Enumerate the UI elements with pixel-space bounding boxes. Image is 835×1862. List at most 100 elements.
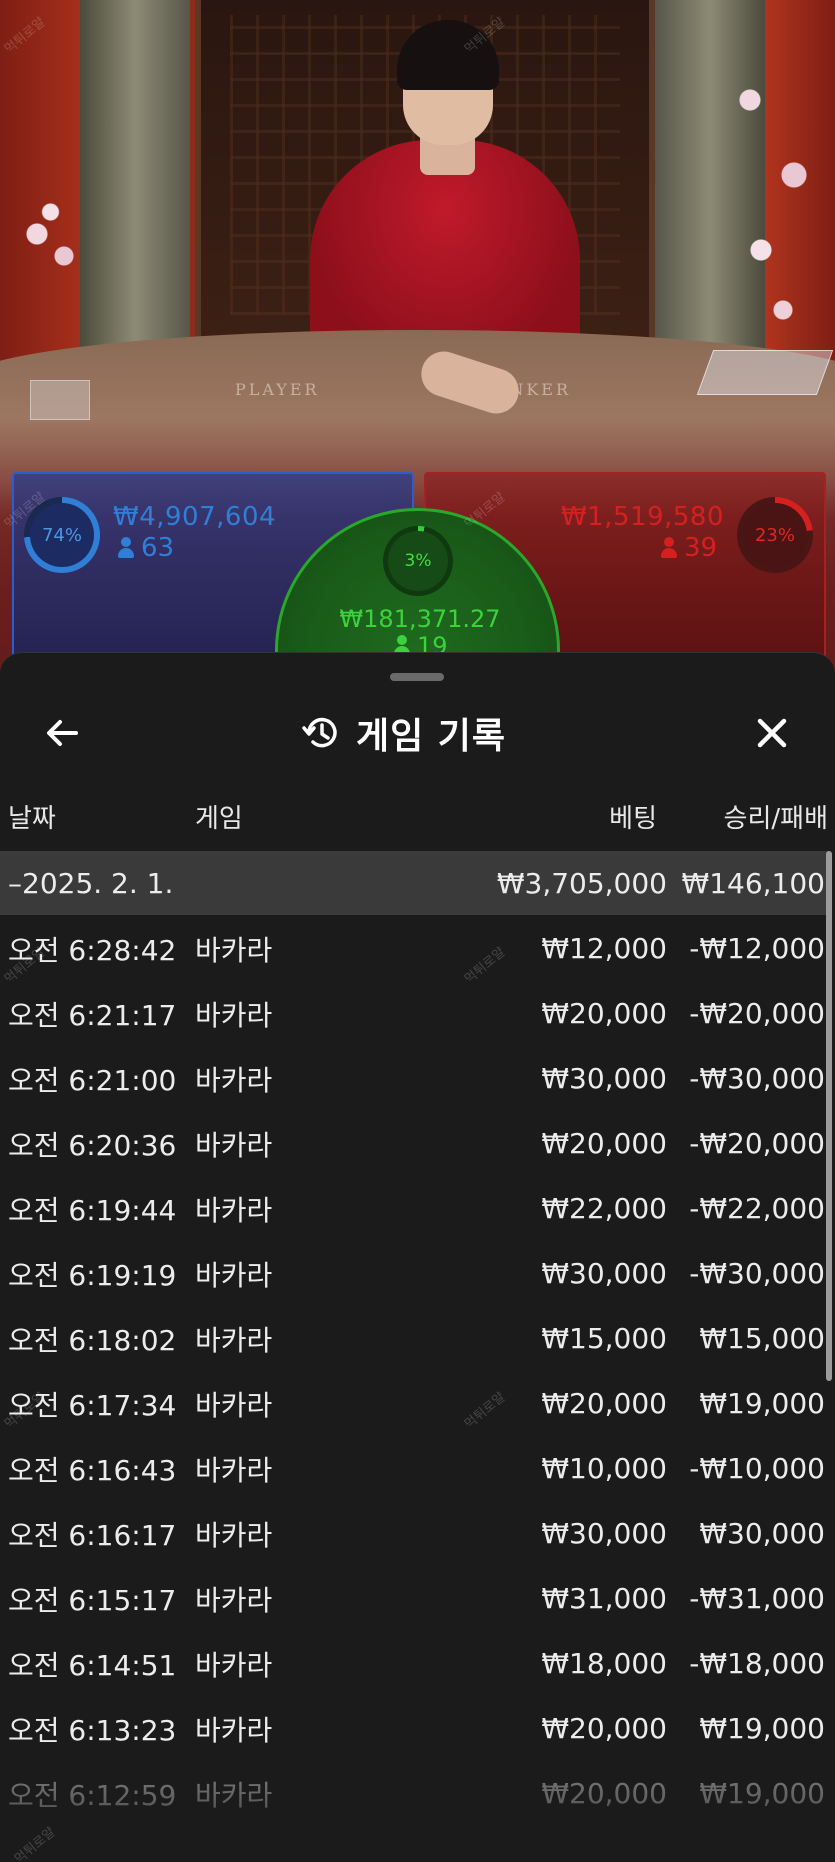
row-time: 오전 6:21:17 — [8, 998, 177, 1032]
row-result: ₩30,000 — [699, 1517, 825, 1550]
person-icon — [660, 537, 678, 559]
summary-date: –2025. 2. 1. — [8, 866, 174, 900]
row-time: 오전 6:19:44 — [8, 1193, 177, 1227]
banker-bettor-count: 39 — [684, 533, 718, 563]
row-game: 바카라 — [195, 1453, 273, 1487]
history-row[interactable]: 오전 6:15:17 바카라 ₩31,000 -₩31,000 — [0, 1566, 830, 1631]
person-icon — [117, 537, 135, 559]
row-game: 바카라 — [195, 1518, 273, 1552]
row-result: -₩22,000 — [689, 1192, 825, 1225]
row-result: ₩19,000 — [699, 1712, 825, 1745]
history-row[interactable]: 오전 6:16:17 바카라 ₩30,000 ₩30,000 — [0, 1501, 830, 1566]
history-row[interactable]: 오전 6:19:19 바카라 ₩30,000 -₩30,000 — [0, 1241, 830, 1306]
row-time: 오전 6:18:02 — [8, 1323, 177, 1357]
player-bettor-count: 63 — [141, 533, 175, 563]
row-game: 바카라 — [195, 1063, 273, 1097]
column-header-game: 게임 — [195, 804, 243, 834]
history-row[interactable]: 오전 6:21:17 바카라 ₩20,000 -₩20,000 — [0, 981, 830, 1046]
row-game: 바카라 — [195, 933, 273, 967]
row-time: 오전 6:19:19 — [8, 1258, 177, 1292]
row-result: -₩30,000 — [689, 1257, 825, 1290]
tie-percent-ring: 3% — [383, 526, 453, 596]
banker-percent: 23% — [743, 503, 807, 567]
history-row[interactable]: 오전 6:12:59 바카라 ₩20,000 ₩19,000 — [0, 1761, 830, 1826]
player-bet-amount: ₩4,907,604 — [113, 502, 277, 532]
banker-percent-ring: 23% — [737, 497, 813, 573]
column-header-date: 날짜 — [8, 804, 56, 834]
row-bet: ₩12,000 — [541, 932, 667, 965]
row-bet: ₩20,000 — [541, 1777, 667, 1810]
history-icon — [302, 717, 337, 748]
game-history-sheet: 게임 기록 날짜 게임 베팅 승리/패배 –2025. 2. 1. ₩3,705… — [0, 652, 835, 1862]
close-button[interactable] — [744, 705, 800, 761]
back-button[interactable] — [34, 705, 90, 761]
column-header-bet: 베팅 — [609, 804, 657, 834]
row-result: ₩19,000 — [699, 1387, 825, 1420]
card-box — [30, 380, 90, 420]
banker-bet-amount: ₩1,519,580 — [560, 502, 724, 532]
history-row[interactable]: 오전 6:21:00 바카라 ₩30,000 -₩30,000 — [0, 1046, 830, 1111]
row-bet: ₩30,000 — [541, 1062, 667, 1095]
history-rows: 오전 6:28:42 바카라 ₩12,000 -₩12,000 오전 6:21:17 바카… — [0, 915, 835, 1826]
history-row[interactable]: 오전 6:14:51 바카라 ₩18,000 -₩18,000 — [0, 1631, 830, 1696]
row-result: ₩19,000 — [699, 1777, 825, 1810]
row-game: 바카라 — [195, 1193, 273, 1227]
cherry-blossom-left — [10, 190, 100, 300]
row-bet: ₩20,000 — [541, 997, 667, 1030]
table-label-player: PLAYER — [235, 380, 320, 399]
row-bet: ₩18,000 — [541, 1647, 667, 1680]
row-time: 오전 6:13:23 — [8, 1713, 177, 1747]
row-game: 바카라 — [195, 1128, 273, 1162]
row-result: -₩12,000 — [689, 932, 825, 965]
scrollbar[interactable] — [826, 851, 832, 1381]
row-time: 오전 6:14:51 — [8, 1648, 177, 1682]
row-game: 바카라 — [195, 1583, 273, 1617]
history-row[interactable]: 오전 6:17:34 바카라 ₩20,000 ₩19,000 — [0, 1371, 830, 1436]
cherry-blossom-right — [717, 40, 827, 340]
history-table: –2025. 2. 1. ₩3,705,000 ₩146,100 오전 6:28… — [0, 851, 835, 1826]
history-row[interactable]: 오전 6:18:02 바카라 ₩15,000 ₩15,000 — [0, 1306, 830, 1371]
close-icon — [757, 718, 787, 748]
row-bet: ₩22,000 — [541, 1192, 667, 1225]
row-game: 바카라 — [195, 1258, 273, 1292]
row-bet: ₩30,000 — [541, 1257, 667, 1290]
row-result: ₩15,000 — [699, 1322, 825, 1355]
row-game: 바카라 — [195, 1648, 273, 1682]
row-bet: ₩20,000 — [541, 1387, 667, 1420]
tie-bet-amount: ₩181,371.27 — [339, 605, 501, 633]
history-row[interactable]: 오전 6:19:44 바카라 ₩22,000 -₩22,000 — [0, 1176, 830, 1241]
summary-bet-total: ₩3,705,000 — [496, 866, 667, 900]
tie-percent: 3% — [388, 531, 448, 591]
row-bet: ₩31,000 — [541, 1582, 667, 1615]
row-game: 바카라 — [195, 1713, 273, 1747]
row-bet: ₩10,000 — [541, 1452, 667, 1485]
row-result: -₩10,000 — [689, 1452, 825, 1485]
history-row[interactable]: 오전 6:20:36 바카라 ₩20,000 -₩20,000 — [0, 1111, 830, 1176]
row-result: -₩20,000 — [689, 997, 825, 1030]
row-game: 바카라 — [195, 998, 273, 1032]
row-bet: ₩30,000 — [541, 1517, 667, 1550]
back-arrow-icon — [47, 720, 78, 746]
banker-bettor-count-group: 39 — [660, 533, 717, 563]
row-result: -₩30,000 — [689, 1062, 825, 1095]
row-bet: ₩15,000 — [541, 1322, 667, 1355]
row-time: 오전 6:20:36 — [8, 1128, 177, 1162]
row-result: -₩20,000 — [689, 1127, 825, 1160]
row-time: 오전 6:12:59 — [8, 1778, 177, 1812]
history-row[interactable]: 오전 6:16:43 바카라 ₩10,000 -₩10,000 — [0, 1436, 830, 1501]
row-game: 바카라 — [195, 1388, 273, 1422]
history-row[interactable]: 오전 6:13:23 바카라 ₩20,000 ₩19,000 — [0, 1696, 830, 1761]
date-summary-row[interactable]: –2025. 2. 1. ₩3,705,000 ₩146,100 — [0, 851, 830, 915]
row-game: 바카라 — [195, 1778, 273, 1812]
history-row[interactable]: 오전 6:28:42 바카라 ₩12,000 -₩12,000 — [0, 916, 830, 981]
row-game: 바카라 — [195, 1323, 273, 1357]
summary-result-total: ₩146,100 — [681, 866, 825, 900]
row-time: 오전 6:21:00 — [8, 1063, 177, 1097]
player-bettor-count-group: 63 — [117, 533, 174, 563]
sheet-title-group: 게임 기록 — [300, 705, 506, 761]
sheet-drag-handle[interactable] — [390, 673, 444, 681]
row-bet: ₩20,000 — [541, 1127, 667, 1160]
row-time: 오전 6:15:17 — [8, 1583, 177, 1617]
row-result: -₩31,000 — [689, 1582, 825, 1615]
column-header-result: 승리/패배 — [723, 804, 828, 834]
